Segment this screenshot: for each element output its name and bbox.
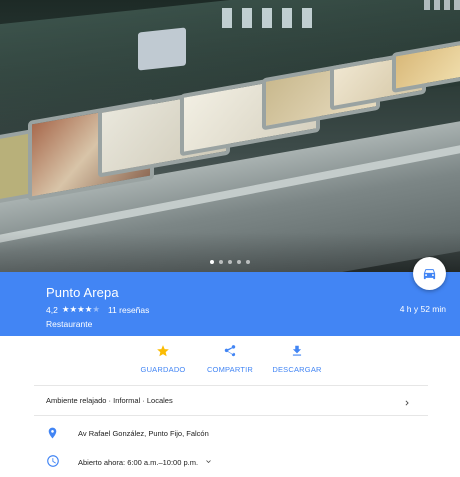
rating-value: 4,2 <box>46 304 58 315</box>
travel-time: 4 h y 52 min <box>399 304 446 314</box>
place-attributes[interactable]: Ambiente relajado · Informal · Locales <box>46 396 173 405</box>
star-icon: ★ <box>84 304 93 314</box>
share-label: COMPARTIR <box>206 365 254 374</box>
download-label: DESCARGAR <box>272 365 322 374</box>
location-pin-icon <box>46 426 59 445</box>
star-icon: ★ <box>77 304 85 314</box>
photo-page-indicator <box>0 260 460 264</box>
star-icon <box>157 345 169 357</box>
hours-text: Abierto ahora: 6:00 a.m.–10:00 p.m. <box>78 458 199 467</box>
star-icon: ★ <box>69 304 78 314</box>
divider <box>34 385 428 386</box>
place-category: Restaurante <box>46 319 93 329</box>
photo-shade <box>0 232 460 272</box>
review-count-link[interactable]: 11 reseñas <box>108 305 149 315</box>
place-header: Punto Arepa 4,2 ★ ★ ★ ★ ★ 11 reseñas Restaur… <box>0 272 460 336</box>
star-icon: ★ <box>61 304 70 314</box>
download-icon <box>292 345 302 356</box>
address-text: Av Rafael González, Punto Fijo, Falcón <box>78 429 209 438</box>
saved-label: GUARDADO <box>140 365 186 374</box>
place-photo[interactable] <box>0 0 460 272</box>
place-title: Punto Arepa <box>46 285 119 300</box>
action-bar: GUARDADO COMPARTIR DESCARGAR <box>0 336 460 386</box>
photo-dot[interactable] <box>246 260 250 264</box>
photo-dot[interactable] <box>228 260 232 264</box>
ceiling-lights-right <box>424 0 460 10</box>
photo-dot[interactable] <box>237 260 241 264</box>
napkin-box <box>138 27 186 71</box>
clock-icon <box>46 454 60 473</box>
car-icon <box>423 269 436 280</box>
share-icon <box>224 345 236 357</box>
directions-button[interactable] <box>413 257 446 290</box>
star-empty-icon: ★ <box>92 304 100 314</box>
chevron-down-icon[interactable] <box>204 457 213 468</box>
download-button[interactable]: DESCARGAR <box>257 344 337 374</box>
rating-row[interactable]: 4,2 ★ ★ ★ ★ ★ 11 reseñas <box>46 304 149 315</box>
chevron-right-icon[interactable] <box>402 395 412 413</box>
divider <box>34 415 428 416</box>
photo-dot[interactable] <box>219 260 223 264</box>
hours-row[interactable]: Abierto ahora: 6:00 a.m.–10:00 p.m. <box>0 452 460 472</box>
address-row[interactable]: Av Rafael González, Punto Fijo, Falcón <box>0 424 460 444</box>
rating-stars: ★ ★ ★ ★ ★ <box>62 304 100 315</box>
photo-dot[interactable] <box>210 260 214 264</box>
ceiling-lights <box>222 8 312 28</box>
hours-text-wrap: Abierto ahora: 6:00 a.m.–10:00 p.m. <box>78 457 213 468</box>
